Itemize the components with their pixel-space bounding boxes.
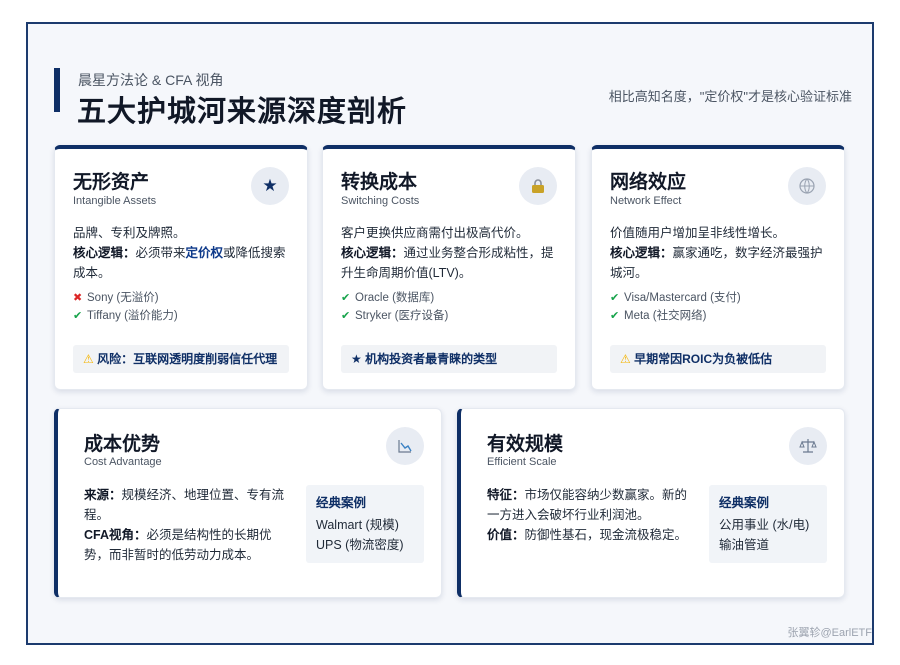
page-subtitle: 晨星方法论 & CFA 视角 <box>78 72 224 88</box>
card-line: 客户更换供应商需付出极高代价。 <box>341 226 529 240</box>
case-title: 经典案例 <box>316 496 367 510</box>
case-box: 经典案例 公用事业 (水/电) 输油管道 <box>709 485 827 563</box>
card-title: 无形资产 <box>73 172 150 193</box>
card-line: 价值随用户增加呈非线性增长。 <box>610 226 786 240</box>
example-item: ✔ Oracle (数据库) <box>341 289 448 307</box>
example-list: ✔ Visa/Mastercard (支付) ✔ Meta (社交网络) <box>610 289 741 325</box>
card-subtitle: Intangible Assets <box>73 195 157 207</box>
note-text: 风险：互联网透明度削弱信任代理 <box>97 352 278 366</box>
card-description: 客户更换供应商需付出极高代价。 核心逻辑：通过业务整合形成粘性，提升生命周期价值… <box>341 223 559 283</box>
card-note: ⚠ 风险：互联网透明度削弱信任代理 <box>73 345 289 373</box>
example-list: ✔ Oracle (数据库) ✔ Stryker (医疗设备) <box>341 289 448 325</box>
example-text: Stryker (医疗设备) <box>355 310 449 322</box>
card-title: 有效规模 <box>487 434 564 455</box>
card-line: 品牌、专利及牌照。 <box>73 226 186 240</box>
watermark: 张翼轸@EarlETF <box>787 627 872 639</box>
card-efficient-scale: 有效规模 Efficient Scale 特征：市场仅能容纳少数赢家。新的一方进… <box>457 408 845 598</box>
card-switching-costs: 转换成本 Switching Costs 客户更换供应商需付出极高代价。 核心逻… <box>322 145 576 390</box>
warning-icon: ⚠ <box>620 352 631 366</box>
example-item: ✔ Stryker (医疗设备) <box>341 307 448 325</box>
card-cost-advantage: 成本优势 Cost Advantage 来源：规模经济、地理位置、专有流程。 C… <box>54 408 442 598</box>
card-title: 成本优势 <box>84 434 161 455</box>
cross-icon: ✖ <box>73 292 83 304</box>
example-text: Oracle (数据库) <box>355 292 435 304</box>
case-item: 输油管道 <box>719 538 770 552</box>
chart-down-icon <box>386 427 424 465</box>
network-icon <box>788 167 826 205</box>
page-title: 五大护城河来源深度剖析 <box>77 96 408 128</box>
card-title: 转换成本 <box>341 172 418 193</box>
check-icon: ✔ <box>610 292 620 304</box>
card-description: 来源：规模经济、地理位置、专有流程。 CFA视角：必须是结构性的长期优势，而非暂… <box>84 485 292 565</box>
check-icon: ✔ <box>73 310 83 322</box>
card-subtitle: Switching Costs <box>341 195 420 207</box>
check-icon: ✔ <box>341 292 351 304</box>
case-item: UPS (物流密度) <box>316 538 404 552</box>
example-item: ✔ Meta (社交网络) <box>610 307 741 325</box>
card-note: ★ 机构投资者最青睐的类型 <box>341 345 557 373</box>
case-item: Walmart (规模) <box>316 518 399 532</box>
warning-icon: ⚠ <box>83 352 94 366</box>
card-description: 品牌、专利及牌照。 核心逻辑：必须带来定价权或降低搜索成本。 <box>73 223 291 283</box>
card-subtitle: Efficient Scale <box>487 456 557 468</box>
card-network-effect: 网络效应 Network Effect 价值随用户增加呈非线性增长。 核心逻辑：… <box>591 145 845 390</box>
star-icon: ★ <box>351 352 362 366</box>
logic-label: 核心逻辑： <box>610 246 673 260</box>
para-text: 防御性基石，现金流极稳定。 <box>524 528 688 542</box>
example-text: Visa/Mastercard (支付) <box>624 292 741 304</box>
card-subtitle: Network Effect <box>610 195 682 207</box>
example-item: ✔ Tiffany (溢价能力) <box>73 307 178 325</box>
card-note: ⚠ 早期常因ROIC为负被低估 <box>610 345 826 373</box>
card-intangible-assets: 无形资产 Intangible Assets ★ 品牌、专利及牌照。 核心逻辑：… <box>54 145 308 390</box>
check-icon: ✔ <box>341 310 351 322</box>
note-text: 机构投资者最青睐的类型 <box>365 352 498 366</box>
para-label: 价值： <box>487 528 525 542</box>
example-text: Tiffany (溢价能力) <box>87 310 178 322</box>
case-box: 经典案例 Walmart (规模) UPS (物流密度) <box>306 485 424 563</box>
logic-text: 必须带来 <box>135 246 186 260</box>
example-item: ✔ Visa/Mastercard (支付) <box>610 289 741 307</box>
card-description: 特征：市场仅能容纳少数赢家。新的一方进入会破坏行业利润池。 价值：防御性基石，现… <box>487 485 689 545</box>
logic-highlight: 定价权 <box>185 246 224 260</box>
page-tagline: 相比高知名度，"定价权"才是核心验证标准 <box>608 89 852 104</box>
example-text: Meta (社交网络) <box>624 310 707 322</box>
note-text: 早期常因ROIC为负被低估 <box>634 352 773 366</box>
card-title: 网络效应 <box>610 172 687 193</box>
star-icon: ★ <box>251 167 289 205</box>
case-title: 经典案例 <box>719 496 770 510</box>
scale-icon <box>789 427 827 465</box>
example-list: ✖ Sony (无溢价) ✔ Tiffany (溢价能力) <box>73 289 178 325</box>
logic-label: 核心逻辑： <box>341 246 404 260</box>
example-item: ✖ Sony (无溢价) <box>73 289 178 307</box>
card-description: 价值随用户增加呈非线性增长。 核心逻辑：赢家通吃，数字经济最强护城河。 <box>610 223 828 283</box>
example-text: Sony (无溢价) <box>87 292 159 304</box>
check-icon: ✔ <box>610 310 620 322</box>
card-subtitle: Cost Advantage <box>84 456 162 468</box>
para-label: CFA视角： <box>84 528 147 542</box>
para-label: 来源： <box>84 488 122 502</box>
para-label: 特征： <box>487 488 525 502</box>
lock-icon <box>519 167 557 205</box>
header-accent-bar <box>54 68 60 112</box>
logic-label: 核心逻辑： <box>73 246 136 260</box>
case-item: 公用事业 (水/电) <box>719 518 810 532</box>
